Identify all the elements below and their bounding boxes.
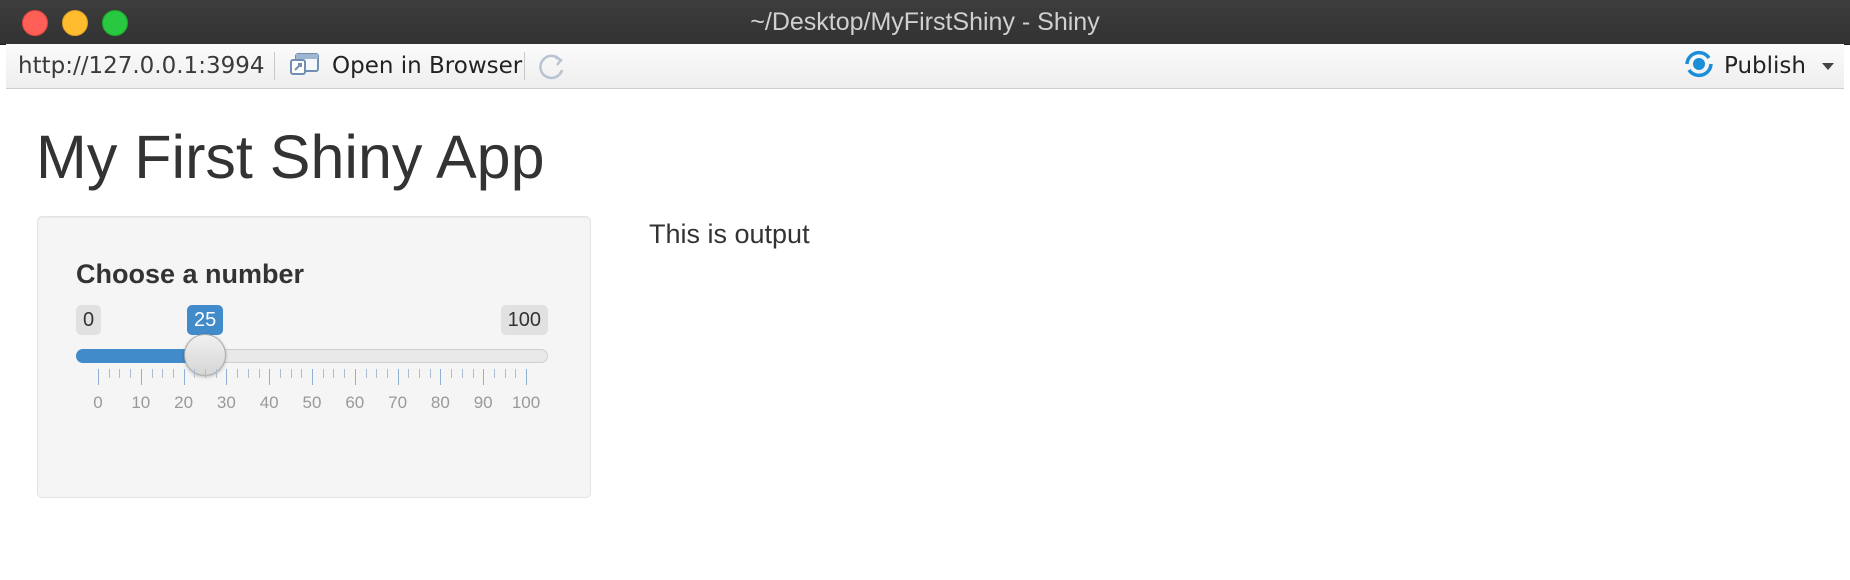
slider-minor-tick [344,369,346,378]
slider-min-badge: 0 [76,305,102,335]
slider-major-tick [312,369,313,385]
open-in-browser-label: Open in Browser [332,53,523,79]
slider-tick-label: 50 [302,393,322,412]
slider-tick-label: 80 [430,393,450,412]
number-slider[interactable]: 0 100 25 0 10 20 30 40 50 60 70 80 90 100 [76,305,548,415]
viewer-toolbar: http://127.0.0.1:3994 Open in Browser Pu… [6,44,1844,89]
slider-minor-tick [376,369,378,378]
slider-minor-tick [215,369,217,378]
window-titlebar: ~/Desktop/MyFirstShiny - Shiny [0,0,1850,45]
slider-value-badge: 25 [187,305,224,335]
slider-max-badge: 100 [500,305,548,335]
slider-major-tick [397,369,399,385]
chevron-down-icon[interactable] [1821,62,1834,70]
slider-major-tick [98,369,99,385]
slider-major-tick [526,369,527,385]
toolbar-divider [274,52,275,80]
slider-minor-tick [386,369,388,378]
slider-tick-label: 30 [216,393,236,412]
slider-tick-label: 10 [131,393,151,412]
slider-major-tick [226,369,228,385]
slider-major-tick [140,369,142,385]
refresh-icon[interactable] [536,51,568,83]
app-content: My First Shiny App Choose a number 0 100… [6,89,1844,580]
slider-major-tick [440,369,442,385]
shiny-viewer-window: ~/Desktop/MyFirstShiny - Shiny http://12… [0,0,1850,580]
slider-minor-tick [322,369,324,378]
slider-minor-tick [472,369,474,378]
slider-tick-label: 70 [388,393,408,412]
slider-tick-label: 20 [174,393,194,412]
toolbar-divider [524,52,525,80]
slider-tick-label: 100 [511,393,541,412]
text-output: This is output [649,219,810,249]
slider-label: Choose a number [76,259,305,289]
open-in-browser-button[interactable]: Open in Browser [290,50,522,82]
slider-minor-tick [237,369,239,378]
publish-icon [1682,49,1716,84]
slider-minor-tick [205,369,206,378]
slider-minor-tick [279,369,281,378]
publish-label: Publish [1724,53,1806,79]
slider-minor-tick [301,369,303,378]
slider-minor-tick [419,369,420,378]
slider-minor-tick [493,369,495,378]
slider-minor-tick [130,369,132,378]
slider-minor-tick [119,369,121,378]
slider-minor-tick [451,369,453,378]
slider-minor-tick [333,369,335,378]
open-in-browser-icon [290,51,320,82]
sidebar-panel: Choose a number 0 100 25 0 10 20 30 40 50 60 70… [37,216,591,498]
slider-minor-tick [515,369,517,378]
slider-minor-tick [365,369,367,378]
page-title: My First Shiny App [36,123,545,191]
slider-minor-tick [461,369,463,378]
slider-major-tick [354,369,356,385]
slider-minor-tick [247,369,249,378]
slider-minor-tick [258,369,260,378]
slider-minor-tick [108,369,110,378]
window-title: ~/Desktop/MyFirstShiny - Shiny [750,8,1100,36]
slider-ticks: 0 10 20 30 40 50 60 70 80 90 100 [76,369,548,419]
slider-minor-tick [162,369,164,378]
slider-minor-tick [429,369,431,378]
app-url[interactable]: http://127.0.0.1:3994 [18,44,264,88]
slider-minor-tick [172,369,174,378]
slider-minor-tick [408,369,410,378]
slider-tick-label: 90 [473,393,493,412]
slider-minor-tick [194,369,196,378]
publish-button[interactable]: Publish [1682,50,1834,82]
slider-tick-label: 0 [93,393,103,412]
slider-major-tick [483,369,485,385]
slider-minor-tick [504,369,506,378]
slider-tick-label: 60 [345,393,365,412]
slider-minor-tick [151,369,153,378]
slider-tick-label: 40 [259,393,279,412]
slider-major-tick [183,369,185,385]
slider-major-tick [269,369,271,385]
slider-minor-tick [290,369,292,378]
